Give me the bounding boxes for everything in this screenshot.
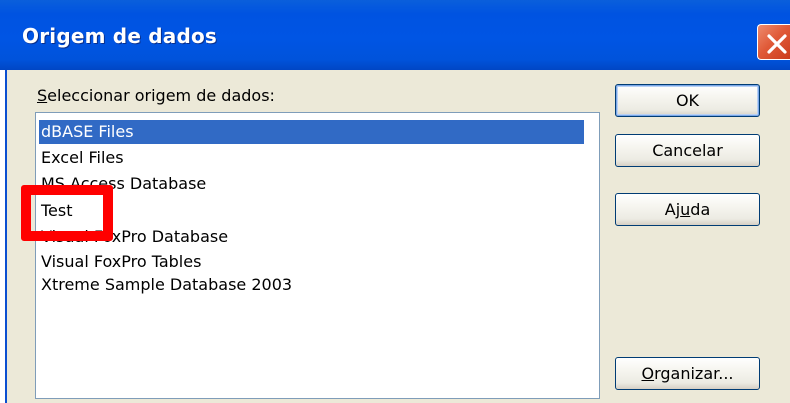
label-text: eleccionar origem de dados:	[47, 86, 275, 105]
organize-label-accelerator: O	[641, 364, 655, 383]
close-icon	[767, 34, 787, 54]
help-label-end: da	[690, 200, 711, 219]
list-item-ms-access-database[interactable]: MS Access Database	[39, 172, 584, 196]
list-item-test[interactable]: Test	[39, 199, 584, 223]
list-item-dbase-files[interactable]: dBASE Files	[39, 120, 584, 144]
label-accelerator: S	[37, 86, 48, 105]
list-item-visual-foxpro-database[interactable]: Visual FoxPro Database	[39, 225, 584, 249]
organize-button[interactable]: Organizar...	[615, 357, 760, 390]
help-label-accelerator: u	[680, 200, 691, 219]
cancel-button[interactable]: Cancelar	[615, 134, 760, 167]
list-item-excel-files[interactable]: Excel Files	[39, 146, 584, 170]
data-source-listbox[interactable]: dBASE Files Excel Files MS Access Databa…	[35, 112, 600, 399]
data-source-list-label: Seleccionar origem de dados:	[37, 86, 275, 105]
ok-button[interactable]: OK	[615, 84, 760, 117]
list-item-xtreme-sample-database[interactable]: Xtreme Sample Database 2003	[39, 273, 584, 297]
close-button[interactable]	[757, 24, 790, 60]
organize-label-text: rganizar...	[654, 364, 734, 383]
list-item-visual-foxpro-tables[interactable]: Visual FoxPro Tables	[39, 250, 584, 274]
help-button[interactable]: Ajuda	[615, 193, 760, 226]
help-label-start: Aj	[664, 200, 681, 219]
title-bar: Origem de dados	[0, 0, 790, 70]
data-source-dialog: Origem de dados Seleccionar origem de da…	[0, 0, 790, 403]
dialog-title: Origem de dados	[22, 24, 218, 48]
